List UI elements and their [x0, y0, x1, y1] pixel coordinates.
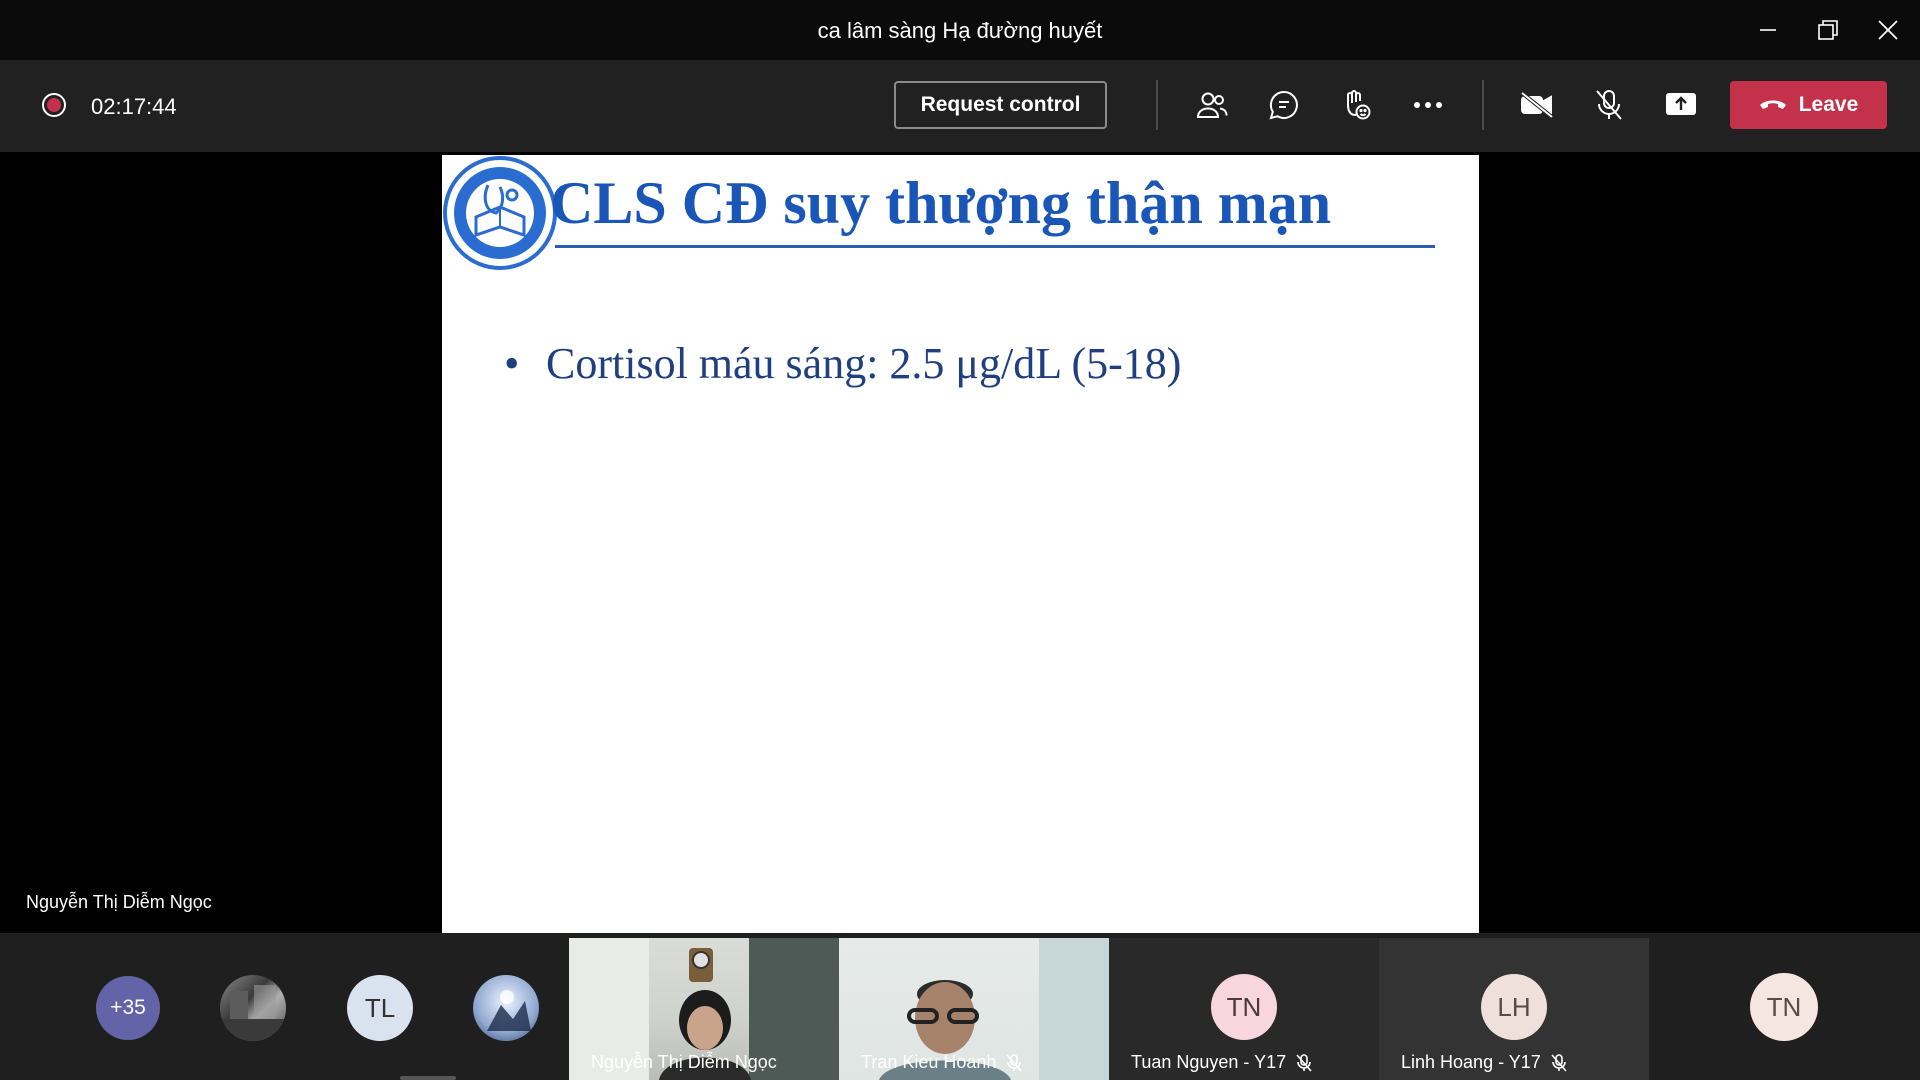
close-button[interactable]	[1866, 12, 1910, 48]
participant-video-tile[interactable]: Nguyễn Thị Diễm Ngọc	[569, 938, 839, 1080]
photo-placeholder-icon	[220, 985, 286, 1041]
minimize-icon	[1760, 29, 1776, 31]
participants-icon	[1196, 92, 1228, 118]
minimize-button[interactable]	[1746, 12, 1790, 48]
reactions-button[interactable]	[1331, 82, 1381, 128]
more-icon	[1414, 102, 1442, 108]
presenter-name-label: Nguyễn Thị Diễm Ngọc	[26, 892, 212, 912]
participants-button[interactable]	[1187, 82, 1237, 128]
recording-indicator-icon	[42, 93, 66, 117]
share-screen-icon	[1666, 93, 1696, 115]
slide-title-underline	[555, 245, 1435, 248]
overflow-participants-badge[interactable]: +35	[96, 976, 160, 1040]
leave-button[interactable]: Leave	[1730, 81, 1887, 129]
meeting-timer: 02:17:44	[91, 94, 177, 119]
close-icon	[1878, 20, 1898, 40]
photo-placeholder-icon	[487, 990, 531, 1031]
participant-avatar-photo[interactable]	[220, 975, 286, 1041]
more-actions-button[interactable]	[1403, 82, 1453, 128]
participant-tile[interactable]: TN Tuan Nguyen - Y17	[1109, 938, 1379, 1080]
restore-icon	[1818, 20, 1838, 40]
request-control-button[interactable]: Request control	[894, 81, 1107, 129]
mic-off-icon	[1551, 1053, 1567, 1072]
mic-off-icon	[1296, 1053, 1312, 1072]
mic-off-icon	[1596, 90, 1622, 120]
share-content-button[interactable]	[1656, 82, 1706, 128]
university-logo-icon	[443, 156, 557, 270]
participant-tile[interactable]: LH Linh Hoang - Y17	[1379, 938, 1649, 1080]
participant-avatar-initials: LH	[1481, 974, 1547, 1040]
title-bar: ca lâm sàng Hạ đường huyết	[0, 0, 1920, 60]
raise-hand-icon	[1347, 90, 1371, 120]
shared-slide: CLS CĐ suy thượng thận mạn • Cortisol máu…	[442, 155, 1479, 933]
chat-icon	[1269, 90, 1298, 120]
slide-bullet: • Cortisol máu sáng: 2.5 μg/dL (5-18)	[504, 338, 1181, 389]
gallery-scrollbar[interactable]	[400, 1076, 456, 1080]
bullet-text: Cortisol máu sáng: 2.5 μg/dL (5-18)	[546, 339, 1182, 388]
participant-name: Nguyễn Thị Diễm Ngọc	[591, 1052, 777, 1073]
participant-avatar-photo[interactable]	[473, 975, 539, 1041]
restore-button[interactable]	[1806, 12, 1850, 48]
participant-name-text: Nguyễn Thị Diễm Ngọc	[591, 1052, 777, 1072]
participant-name-text: Tuan Nguyen - Y17	[1131, 1052, 1287, 1072]
mic-off-icon	[1006, 1053, 1023, 1072]
mic-toggle-button[interactable]	[1584, 82, 1634, 128]
participant-name: Tuan Nguyen - Y17	[1131, 1052, 1312, 1073]
participant-name-text: Tran Kieu Hoanh	[861, 1052, 997, 1072]
participant-avatar-initials[interactable]: TL	[347, 975, 413, 1041]
participant-name: Tran Kieu Hoanh	[861, 1052, 1023, 1073]
slide-title: CLS CĐ suy thượng thận mạn	[550, 170, 1332, 236]
camera-off-icon	[1520, 91, 1554, 119]
camera-toggle-button[interactable]	[1512, 82, 1562, 128]
phone-hangup-icon	[1759, 100, 1786, 109]
bullet-marker: •	[504, 339, 520, 388]
toolbar-divider	[1156, 80, 1158, 130]
toolbar-divider	[1482, 80, 1484, 130]
leave-button-label: Leave	[1798, 93, 1859, 116]
participant-video-tile[interactable]: Tran Kieu Hoanh	[839, 938, 1109, 1080]
chat-button[interactable]	[1259, 82, 1309, 128]
participant-name-text: Linh Hoang - Y17	[1401, 1052, 1541, 1072]
window-title: ca lâm sàng Hạ đường huyết	[817, 18, 1103, 43]
participant-avatar-initials: TN	[1211, 974, 1277, 1040]
participant-avatar-initials[interactable]: TN	[1750, 973, 1818, 1041]
participant-name: Linh Hoang - Y17	[1401, 1052, 1567, 1073]
